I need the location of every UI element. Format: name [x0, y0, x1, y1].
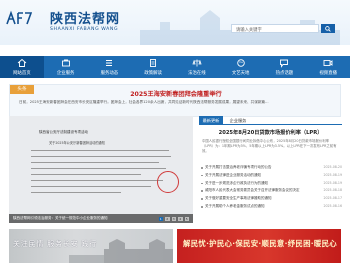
promo-banner-right[interactable]: 解民忧·护民心·保民安·顺民意·纾民困·暖民心: [177, 229, 341, 263]
scales-icon: [192, 59, 202, 67]
slider-dot[interactable]: 5: [184, 216, 189, 221]
nav-label: 企业服务: [56, 71, 75, 76]
list-item[interactable]: 关于进一步规范涉企行政执法行为的通知 2025-08-19: [199, 181, 342, 189]
news-item-date: 2025-08-20: [323, 165, 342, 169]
home-icon: [17, 58, 27, 67]
slider-dot[interactable]: 2: [165, 216, 170, 221]
news-featured-title[interactable]: 2025年8月20日贷款市场报价利率（LPR）: [199, 129, 342, 136]
doc-text-line: [31, 186, 151, 188]
news-item-date: 2025-08-18: [323, 188, 342, 193]
skyline-illustration: [140, 10, 340, 45]
slider-dot[interactable]: 4: [178, 216, 183, 221]
nav-label: 文艺天地: [231, 71, 250, 76]
promo-left-text: 关注民情 服务长安 践行: [13, 240, 98, 248]
photo-slider[interactable]: 陕西省公安厅法制建设专项活动 关于2025年公安厅新春团拜活动的通知 陕西法帮网…: [9, 116, 193, 223]
news-item-title[interactable]: 关于开展助个人养老金服务试点的通知: [205, 204, 317, 209]
headline-summary: 日前，2025王海安新春团拜会在西安市长安区隆重举行。团拜会上，社会各界120余…: [19, 100, 269, 104]
news-item-date: 2025-08-19: [323, 180, 342, 185]
nav-label: 服务动态: [100, 71, 119, 76]
nav-item-policy[interactable]: 政策解读: [131, 56, 175, 78]
slide-doc-title: 陕西省公安厅法制建设专项活动: [39, 130, 88, 134]
news-item-date: 2025-08-19: [323, 172, 342, 177]
doc-text-line: [31, 156, 171, 158]
news-item-title[interactable]: 关于开展打击整治养老诈骗专项行动的公告: [205, 165, 317, 170]
document-icon: [150, 59, 157, 67]
doc-text-line: [31, 168, 166, 170]
doc-text-line: [31, 162, 159, 164]
news-item-date: 2025-08-17: [323, 196, 342, 201]
list-item[interactable]: 咸阳市人民代表大会常务委员会关于召开法律服务会议的决定 2025-08-18: [199, 188, 342, 196]
nav-label: 政策解读: [144, 71, 162, 76]
video-icon: [323, 60, 333, 66]
search-icon: [325, 25, 331, 32]
nav-label: 热点话题: [275, 71, 294, 76]
news-panel: 最新更新 企业服务 2025年8月20日贷款市场报价利率（LPR） 中国人民银行…: [199, 116, 342, 223]
nav-item-law-online[interactable]: 法治在线: [175, 56, 219, 78]
tab-enterprise[interactable]: 企业服务: [226, 116, 250, 125]
doc-text-line: [31, 180, 163, 182]
site-header: 陕西法帮网 SHAANXI FABANG WANG 请输入关键字: [0, 0, 350, 45]
slider-dot[interactable]: 1: [158, 216, 163, 221]
nav-label: 网站首页: [13, 71, 31, 76]
slide-doc-subtitle: 关于2025年公安厅新春团拜活动的通知: [49, 141, 105, 145]
nav-label: 法治在线: [188, 71, 206, 76]
nav-item-home[interactable]: 网站首页: [0, 56, 44, 78]
art-icon: [236, 59, 245, 67]
main-nav: 网站首页 企业服务 服务动态 政策解读 法治在线 文艺天地 热点话题 视频直播: [0, 56, 350, 78]
promo-banner-left[interactable]: 关注民情 服务长安 践行: [9, 229, 173, 263]
list-item[interactable]: 关于开展助个人养老金服务试点的通知 2025-08-16: [199, 204, 342, 212]
seal-stamp: [157, 171, 179, 193]
logo-icon[interactable]: [6, 10, 32, 26]
headline-title[interactable]: 2025王海安新春团拜会隆重举行: [10, 89, 342, 98]
headline-section: 头条 2025王海安新春团拜会隆重举行 日前，2025王海安新春团拜会在西安市长…: [9, 84, 341, 117]
slider-dot[interactable]: 3: [171, 216, 176, 221]
doc-text-line: [31, 150, 169, 152]
nav-item-dynamics[interactable]: 服务动态: [88, 56, 132, 78]
doc-text-line: [31, 192, 121, 194]
nav-item-arts[interactable]: 文艺天地: [219, 56, 263, 78]
chat-icon: [280, 59, 289, 68]
nav-item-hot-topics[interactable]: 热点话题: [263, 56, 307, 78]
list-item[interactable]: 关于开展法律进企业服务活动的通知 2025-08-19: [199, 173, 342, 181]
search-input[interactable]: 请输入关键字: [231, 24, 319, 33]
news-item-date: 2025-08-16: [323, 203, 342, 208]
slider-dots: 1 2 3 4 5: [158, 216, 189, 221]
promo-right-text: 解民忧·护民心·保民安·顺民意·纾民困·暖民心: [183, 239, 337, 248]
news-list: 关于开展打击整治养老诈骗专项行动的公告 2025-08-20 关于开展法律进企业服…: [199, 165, 342, 212]
news-tabs: 最新更新 企业服务: [199, 116, 342, 125]
briefcase-icon: [61, 59, 70, 67]
list-item[interactable]: 关于开展打击整治养老诈骗专项行动的公告 2025-08-20: [199, 165, 342, 173]
doc-text-line: [31, 174, 141, 176]
news-featured-summary: 中国人民银行授权全国银行间同业拆借中心公布，2025年8月20日贷款市场报价利率…: [202, 139, 337, 153]
nav-item-video[interactable]: 视频直播: [306, 56, 350, 78]
news-item-title[interactable]: 关于做好重要安全生产事故法律援助的通知: [205, 196, 317, 201]
logo-subtitle: SHAANXI FABANG WANG: [50, 27, 119, 32]
news-item-title[interactable]: 关于开展法律进企业服务活动的通知: [205, 173, 317, 178]
logo-title[interactable]: 陕西法帮网: [50, 8, 120, 27]
tab-latest[interactable]: 最新更新: [199, 116, 223, 125]
nav-label: 视频直播: [319, 71, 337, 76]
search-button[interactable]: [321, 24, 335, 33]
list-item[interactable]: 关于做好重要安全生产事故法律援助的通知 2025-08-17: [199, 196, 342, 204]
news-item-title[interactable]: 关于进一步规范涉企行政执法行为的通知: [205, 181, 317, 186]
list-icon: [106, 60, 113, 66]
news-item-title[interactable]: 咸阳市人民代表大会常务委员会关于召开法律服务会议的决定: [205, 188, 317, 193]
nav-item-enterprise[interactable]: 企业服务: [44, 56, 88, 78]
